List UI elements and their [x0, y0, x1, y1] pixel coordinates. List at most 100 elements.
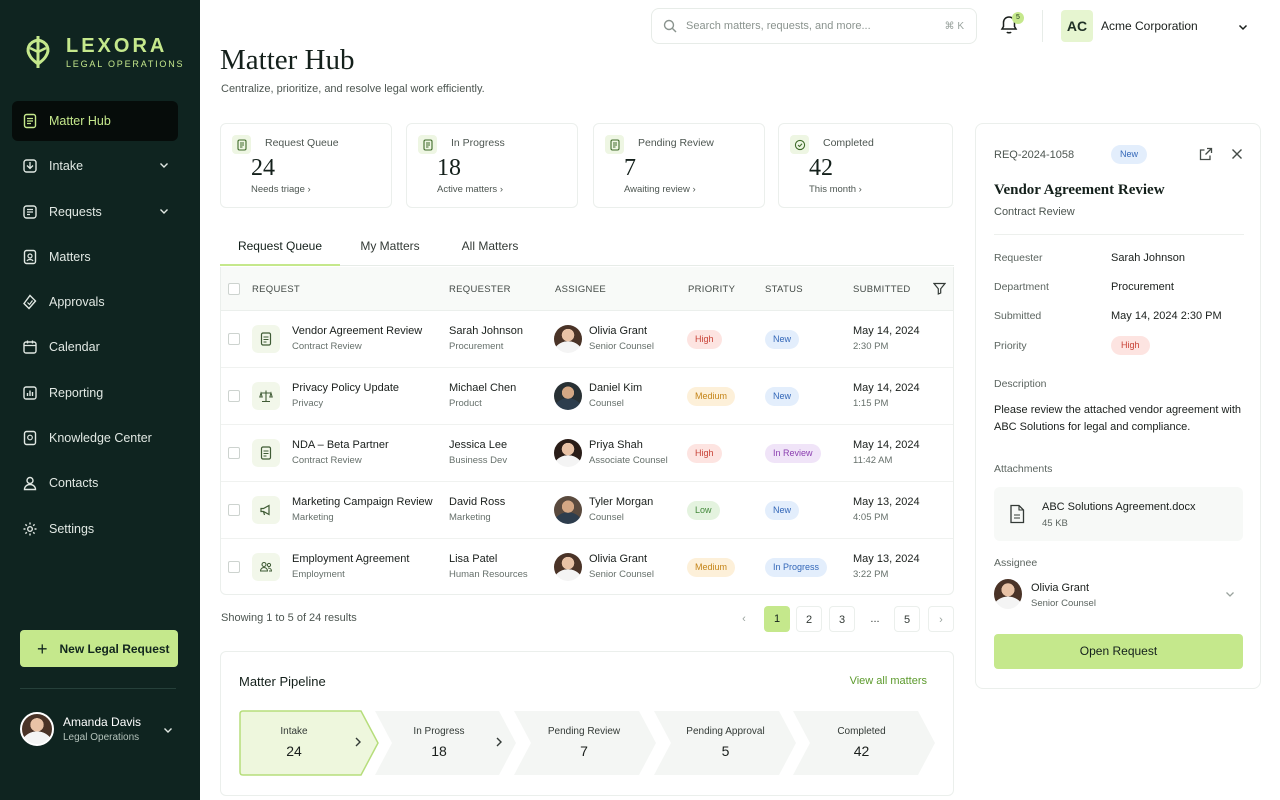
sidebar-item-calendar[interactable]: Calendar [12, 327, 178, 367]
field-value-submitted: May 14, 2024 2:30 PM [1111, 310, 1222, 322]
select-all-checkbox[interactable] [228, 283, 240, 295]
row-checkbox[interactable] [228, 390, 240, 402]
submitted-date: May 13, 2024 [853, 553, 920, 565]
sidebar-item-matter-hub[interactable]: Matter Hub [12, 101, 178, 141]
attachment-item[interactable]: ABC Solutions Agreement.docx 45 KB [994, 487, 1243, 541]
chevron-down-icon[interactable] [158, 159, 170, 171]
notifications-button[interactable]: 5 [999, 12, 1024, 38]
new-legal-request-button[interactable]: + New Legal Request [20, 630, 178, 667]
assignee-cell: Olivia Grant Senior Counsel [589, 553, 654, 580]
stat-card-pending-review[interactable]: Pending Review 7 Awaiting review › [593, 123, 765, 208]
table-row[interactable]: NDA – Beta Partner Contract Review Jessic… [221, 425, 953, 482]
stat-footer-link[interactable]: This month › [809, 184, 862, 195]
column-header-request[interactable]: REQUEST [252, 284, 300, 295]
request-cell: Marketing Campaign Review Marketing [292, 496, 433, 523]
stat-card-completed[interactable]: Completed 42 This month › [778, 123, 953, 208]
requester-cell: Lisa Patel Human Resources [449, 553, 528, 580]
table-row[interactable]: Privacy Policy Update Privacy Michael Che… [221, 368, 953, 425]
search-placeholder: Search matters, requests, and more... [686, 20, 871, 32]
stat-card-request-queue[interactable]: Request Queue 24 Needs triage › [220, 123, 392, 208]
page-button-1[interactable]: 1 [764, 606, 790, 632]
tab-all-matters[interactable]: All Matters [450, 230, 530, 266]
topbar-divider [1042, 10, 1043, 42]
pipeline-stage-completed[interactable]: Completed 42 [793, 710, 936, 776]
page-button-2[interactable]: 2 [796, 606, 822, 632]
priority-badge: Medium [687, 558, 736, 577]
page-subtitle: Centralize, prioritize, and resolve lega… [221, 83, 485, 95]
stat-value: 7 [624, 155, 636, 181]
stat-footer-link[interactable]: Active matters › [437, 184, 503, 195]
stage-label: Completed [837, 726, 886, 737]
request-title: Vendor Agreement Review [292, 325, 423, 337]
document-icon [21, 112, 39, 130]
org-switcher[interactable]: AC Acme Corporation [1061, 9, 1261, 42]
external-link-icon[interactable] [1199, 147, 1213, 161]
stage-count: 42 [853, 743, 870, 759]
column-header-status[interactable]: STATUS [765, 284, 803, 295]
submitted-time: 4:05 PM [853, 512, 889, 523]
chevron-right-icon [355, 737, 361, 747]
pipeline-stage-in-progress[interactable]: In Progress 18 [375, 710, 517, 776]
table-row[interactable]: Marketing Campaign Review Marketing David… [221, 482, 953, 539]
status-badge: New [1111, 145, 1148, 164]
table-row[interactable]: Employment Agreement Employment Lisa Pate… [221, 539, 953, 596]
briefcase-icon [21, 248, 39, 266]
table-row[interactable]: Vendor Agreement Review Contract Review S… [221, 311, 953, 368]
document-icon [232, 135, 251, 154]
assignee-role: Associate Counsel [589, 455, 668, 466]
sidebar-item-contacts[interactable]: Contacts [12, 463, 178, 503]
stat-card-in-progress[interactable]: In Progress 18 Active matters › [406, 123, 578, 208]
close-icon[interactable] [1230, 147, 1244, 161]
filter-icon[interactable] [933, 282, 946, 295]
chevron-down-icon[interactable] [162, 724, 174, 736]
page-button-3[interactable]: 3 [829, 606, 855, 632]
chevron-down-icon[interactable] [158, 205, 170, 217]
sidebar-item-label: Contacts [49, 476, 99, 491]
view-all-matters-link[interactable]: View all matters [850, 675, 927, 687]
user-profile[interactable]: Amanda Davis Legal Operations [20, 712, 180, 746]
sidebar-item-requests[interactable]: Requests [12, 192, 178, 232]
requester-cell: David Ross Marketing [449, 496, 505, 523]
sidebar-item-knowledge-center[interactable]: Knowledge Center [12, 418, 178, 458]
sidebar-item-approvals[interactable]: Approvals [12, 282, 178, 322]
page-button-5[interactable]: 5 [894, 606, 920, 632]
stat-footer-link[interactable]: Awaiting review › [624, 184, 696, 195]
matter-pipeline: Matter Pipeline View all matters Intake … [220, 651, 954, 796]
pipeline-stage-intake[interactable]: Intake 24 [239, 710, 379, 776]
stat-footer: Awaiting review [624, 184, 690, 195]
assignee-select[interactable]: Olivia Grant Senior Counsel [994, 579, 1244, 609]
column-header-submitted[interactable]: SUBMITTED [853, 284, 911, 295]
pipeline-stage-pending-approval[interactable]: Pending Approval 5 [654, 710, 797, 776]
requester-dept: Business Dev [449, 455, 508, 466]
sidebar-item-matters[interactable]: Matters [12, 237, 178, 277]
brand-logo[interactable]: LEXORA LEGAL OPERATIONS [22, 34, 184, 70]
sidebar-item-label: Reporting [49, 385, 104, 400]
next-page-button[interactable]: › [928, 606, 954, 632]
pipeline-stage-pending-review[interactable]: Pending Review 7 [514, 710, 657, 776]
sidebar-item-label: Approvals [49, 295, 105, 310]
requests-icon [21, 203, 39, 221]
sidebar-item-intake[interactable]: Intake [12, 146, 178, 186]
row-checkbox[interactable] [228, 447, 240, 459]
row-checkbox[interactable] [228, 504, 240, 516]
sidebar-item-reporting[interactable]: Reporting [12, 373, 178, 413]
tab-my-matters[interactable]: My Matters [350, 230, 430, 266]
row-checkbox[interactable] [228, 333, 240, 345]
stat-footer-link[interactable]: Needs triage › [251, 184, 311, 195]
row-checkbox[interactable] [228, 561, 240, 573]
prev-page-button[interactable]: ‹ [731, 606, 757, 632]
sidebar-item-settings[interactable]: Settings [12, 509, 178, 549]
column-header-assignee[interactable]: ASSIGNEE [555, 284, 606, 295]
attachment-name: ABC Solutions Agreement.docx [1042, 501, 1196, 513]
user-name: Amanda Davis [63, 715, 142, 729]
plus-icon: + [37, 638, 48, 659]
sidebar-nav: Matter Hub Intake Requests Matters Appro… [12, 101, 178, 554]
tab-request-queue[interactable]: Request Queue [220, 230, 340, 266]
open-request-button[interactable]: Open Request [994, 634, 1243, 669]
logo-mark-icon [26, 36, 50, 68]
search-input[interactable]: Search matters, requests, and more... ⌘ … [651, 8, 977, 44]
stat-label: Completed [823, 137, 874, 149]
requester-dept: Marketing [449, 512, 491, 523]
column-header-requester[interactable]: REQUESTER [449, 284, 511, 295]
column-header-priority[interactable]: PRIORITY [688, 284, 735, 295]
